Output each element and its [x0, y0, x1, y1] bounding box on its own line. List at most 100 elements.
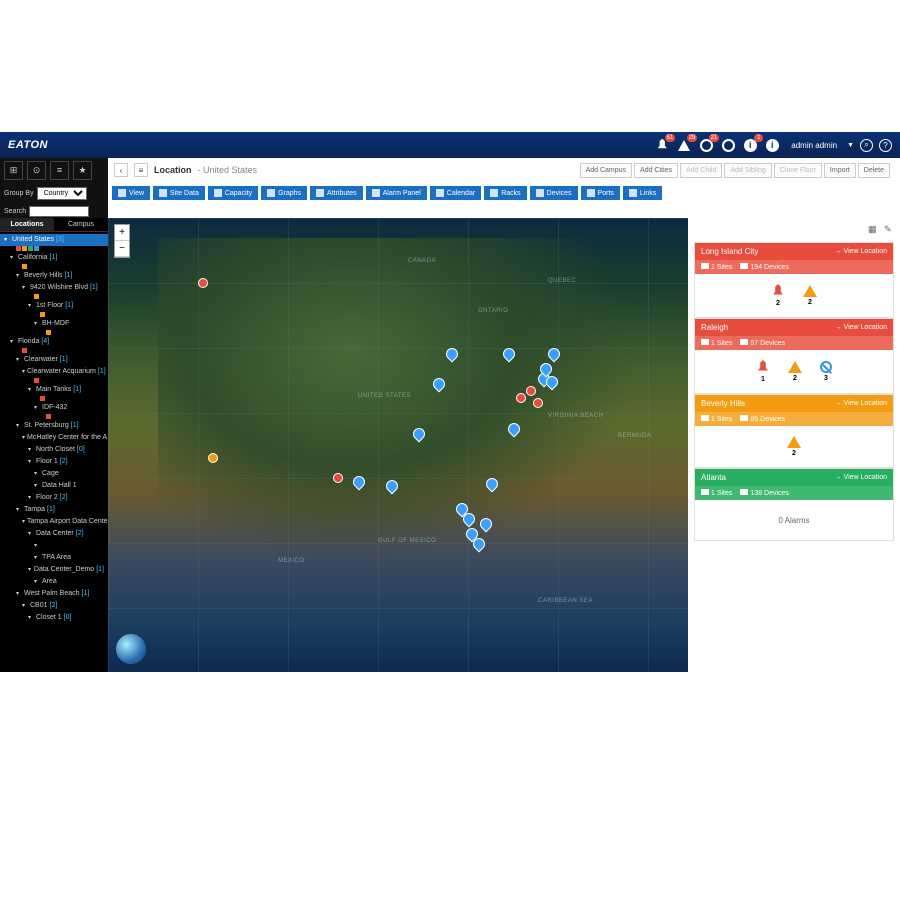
- map-pin[interactable]: [473, 538, 483, 552]
- globe-icon[interactable]: ⊙: [27, 161, 46, 180]
- tree-item[interactable]: ▾Clearwater [1]: [0, 354, 108, 366]
- tree-item[interactable]: ▾Closet 1 [0]: [0, 612, 108, 624]
- help-icon[interactable]: ?: [879, 139, 892, 152]
- tree-item[interactable]: ▾Main Tanks [1]: [0, 384, 108, 396]
- notification-circ[interactable]: [719, 136, 737, 154]
- action-delete[interactable]: Delete: [858, 163, 890, 178]
- grid-view-icon[interactable]: ▦: [868, 224, 878, 234]
- map-pin[interactable]: [480, 518, 490, 532]
- grid-icon[interactable]: ⊞: [4, 161, 23, 180]
- map-pin[interactable]: [486, 478, 496, 492]
- notification-tri[interactable]: 29: [675, 136, 693, 154]
- map-pin[interactable]: [386, 480, 396, 494]
- map-label: Gulf of Mexico: [378, 538, 436, 544]
- map-pin[interactable]: [548, 348, 558, 362]
- map-pin[interactable]: [540, 363, 550, 377]
- toolbar-devices[interactable]: Devices: [530, 186, 578, 200]
- map-pin[interactable]: [546, 376, 556, 390]
- tree-item[interactable]: ▾Data Center_Demo [1]: [0, 564, 108, 576]
- nav-back-button[interactable]: ‹: [114, 163, 128, 177]
- tree-item[interactable]: ▾Data Center [2]: [0, 528, 108, 540]
- sidebar-tree: Locations Campus ▾United States [3] ▾Cali…: [0, 218, 108, 672]
- toolbar-ports[interactable]: Ports: [581, 186, 620, 200]
- toolbar-capacity[interactable]: Capacity: [208, 186, 258, 200]
- tree-item[interactable]: ▾IDF-432: [0, 402, 108, 414]
- sites-count: 1 Sites: [701, 489, 732, 497]
- user-menu[interactable]: admin admin: [791, 141, 837, 150]
- tree-item[interactable]: ▾Floor 2 [2]: [0, 492, 108, 504]
- tree-item[interactable]: ▾CB01 [2]: [0, 600, 108, 612]
- toolbar-racks[interactable]: Racks: [484, 186, 526, 200]
- toolbar-site-data[interactable]: Site Data: [153, 186, 205, 200]
- tree-item[interactable]: ▾California [1]: [0, 252, 108, 264]
- toolbar-alarm-panel[interactable]: Alarm Panel: [366, 186, 427, 200]
- tree-item[interactable]: ▾Tampa [1]: [0, 504, 108, 516]
- nav-menu-button[interactable]: ≡: [134, 163, 148, 177]
- list-icon[interactable]: ≡: [50, 161, 69, 180]
- tree-item[interactable]: ▾Cage: [0, 468, 108, 480]
- toolbar-graphs[interactable]: Graphs: [261, 186, 307, 200]
- tree-item[interactable]: ▾Clearwater Acquarium [1]: [0, 366, 108, 378]
- tree-item[interactable]: ▾Area: [0, 576, 108, 588]
- search-input[interactable]: [29, 206, 89, 217]
- view-location-link[interactable]: → View Location: [835, 248, 887, 255]
- view-location-link[interactable]: → View Location: [835, 324, 887, 331]
- map-pin[interactable]: [463, 513, 473, 527]
- map-view[interactable]: + − CANADAONTARIOQUEBECUnited StatesGulf…: [108, 218, 688, 672]
- tree-item[interactable]: ▾: [0, 540, 108, 552]
- map-pin[interactable]: [503, 348, 513, 362]
- tree-item[interactable]: ▾St. Petersburg [1]: [0, 420, 108, 432]
- tree-item[interactable]: ▾9420 Wilshire Blvd [1]: [0, 282, 108, 294]
- map-pin[interactable]: [433, 378, 443, 392]
- tree-item[interactable]: ▾1st Floor [1]: [0, 300, 108, 312]
- notification-info[interactable]: i: [763, 136, 781, 154]
- star-icon[interactable]: ★: [73, 161, 92, 180]
- map-pin[interactable]: [333, 473, 343, 483]
- toolbar-links[interactable]: Links: [623, 186, 662, 200]
- zoom-in-button[interactable]: +: [115, 225, 129, 241]
- map-pin[interactable]: [208, 453, 218, 463]
- map-pin[interactable]: [526, 386, 536, 396]
- notification-info[interactable]: i1: [741, 136, 759, 154]
- alarm-indicator: 2: [788, 361, 802, 382]
- map-pin[interactable]: [353, 476, 363, 490]
- map-pin[interactable]: [198, 278, 208, 288]
- tab-locations[interactable]: Locations: [0, 218, 54, 231]
- tab-campus[interactable]: Campus: [54, 218, 108, 231]
- notification-bell[interactable]: 51: [653, 136, 671, 154]
- view-location-link[interactable]: → View Location: [835, 474, 887, 481]
- toolbar-attributes[interactable]: Attributes: [310, 186, 363, 200]
- search-icon[interactable]: ⌕: [860, 139, 873, 152]
- action-import[interactable]: Import: [824, 163, 856, 178]
- edit-icon[interactable]: ✎: [884, 224, 894, 234]
- breadcrumb-label: Location: [154, 165, 192, 175]
- notification-circ[interactable]: 21: [697, 136, 715, 154]
- tree-item[interactable]: ▾Tampa Airport Data Cente: [0, 516, 108, 528]
- tree-item[interactable]: ▾West Palm Beach [1]: [0, 588, 108, 600]
- tree-item[interactable]: ▾McHatley Center for the A: [0, 432, 108, 444]
- view-location-link[interactable]: → View Location: [835, 400, 887, 407]
- tree-item[interactable]: ▾TPA Area: [0, 552, 108, 564]
- tree-item[interactable]: ▾Data Hall 1: [0, 480, 108, 492]
- sites-count: 1 Sites: [701, 415, 732, 423]
- tree-item[interactable]: ▾Florida [4]: [0, 336, 108, 348]
- action-add-cities[interactable]: Add Cities: [634, 163, 678, 178]
- map-pin[interactable]: [533, 398, 543, 408]
- toolbar-calendar[interactable]: Calendar: [430, 186, 481, 200]
- map-pin[interactable]: [508, 423, 518, 437]
- globe-icon[interactable]: [116, 634, 146, 664]
- map-pin[interactable]: [446, 348, 456, 362]
- zoom-out-button[interactable]: −: [115, 241, 129, 257]
- tree-item[interactable]: ▾Floor 1 [2]: [0, 456, 108, 468]
- devices-count: 194 Devices: [740, 263, 789, 271]
- map-pin[interactable]: [413, 428, 423, 442]
- tree-item[interactable]: ▾United States [3]: [0, 234, 108, 246]
- action-add-campus[interactable]: Add Campus: [580, 163, 632, 178]
- toolbar-view[interactable]: View: [112, 186, 150, 200]
- map-label: United States: [358, 393, 411, 399]
- groupby-select[interactable]: Country: [37, 187, 87, 200]
- map-pin[interactable]: [516, 393, 526, 403]
- tree-item[interactable]: ▾North Closet [0]: [0, 444, 108, 456]
- tree-item[interactable]: ▾BH-MDF: [0, 318, 108, 330]
- tree-item[interactable]: ▾Beverly Hills [1]: [0, 270, 108, 282]
